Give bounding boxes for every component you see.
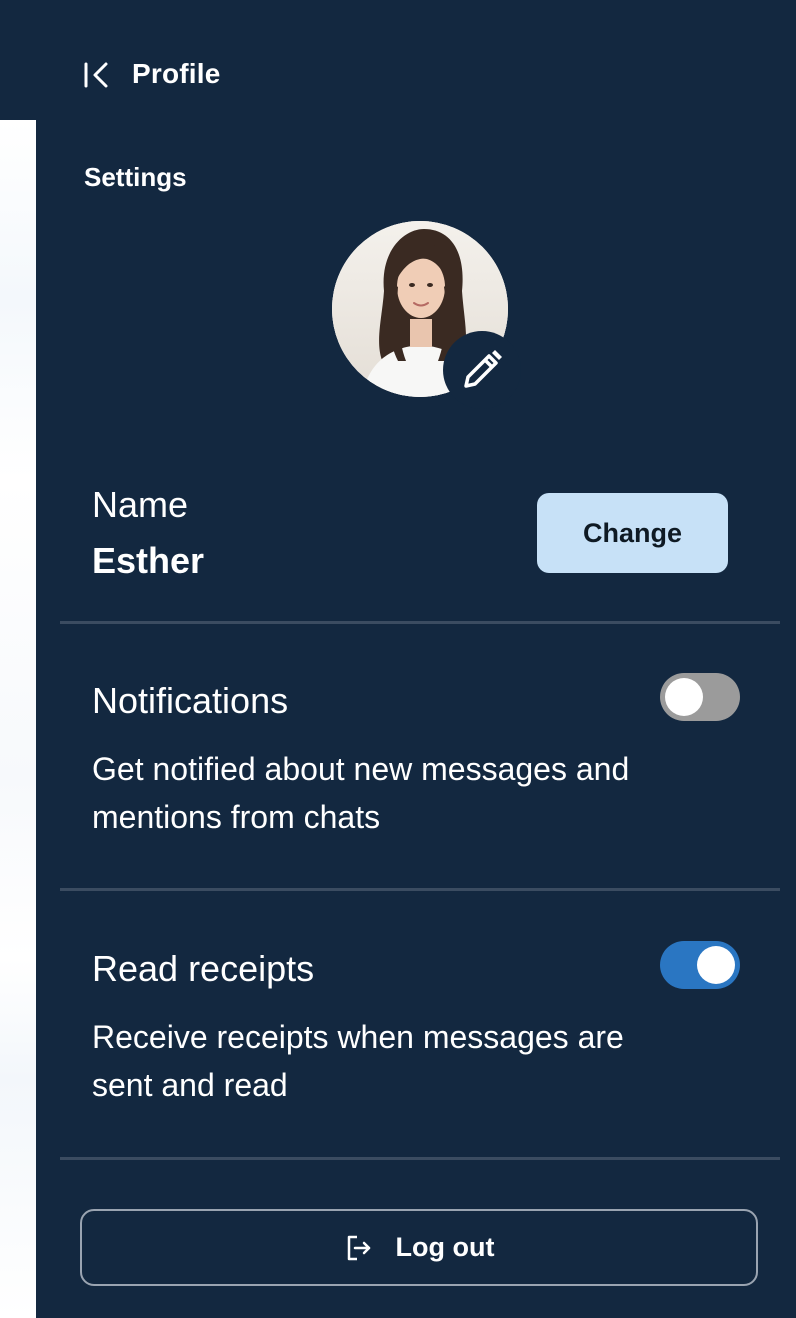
notifications-description: Get notified about new messages and ment… (92, 751, 630, 835)
toggle-knob (697, 946, 735, 984)
divider (60, 621, 780, 624)
divider (60, 1157, 780, 1160)
notifications-toggle[interactable] (660, 673, 740, 721)
divider (60, 888, 780, 891)
notifications-title: Notifications (92, 680, 289, 721)
logout-label: Log out (395, 1232, 495, 1262)
logout-icon (347, 1235, 370, 1260)
toggle-knob (665, 678, 703, 716)
read-receipts-description: Receive receipts when messages are sent … (92, 1019, 624, 1103)
collapse-panel-button[interactable] (82, 60, 112, 90)
read-receipts-toggle[interactable] (660, 941, 740, 989)
page-title: Profile (132, 58, 221, 89)
background-content-strip (0, 120, 36, 1318)
collapse-left-icon (84, 62, 108, 88)
read-receipts-title: Read receipts (92, 948, 315, 989)
change-name-button[interactable]: Change (537, 493, 728, 573)
logout-button[interactable]: Log out (80, 1209, 758, 1286)
name-label: Name (92, 484, 189, 525)
header: Profile (0, 0, 796, 120)
pencil-icon (464, 350, 502, 388)
settings-heading: Settings (84, 162, 187, 192)
name-value: Esther (92, 540, 205, 581)
edit-photo-button[interactable] (443, 331, 521, 409)
